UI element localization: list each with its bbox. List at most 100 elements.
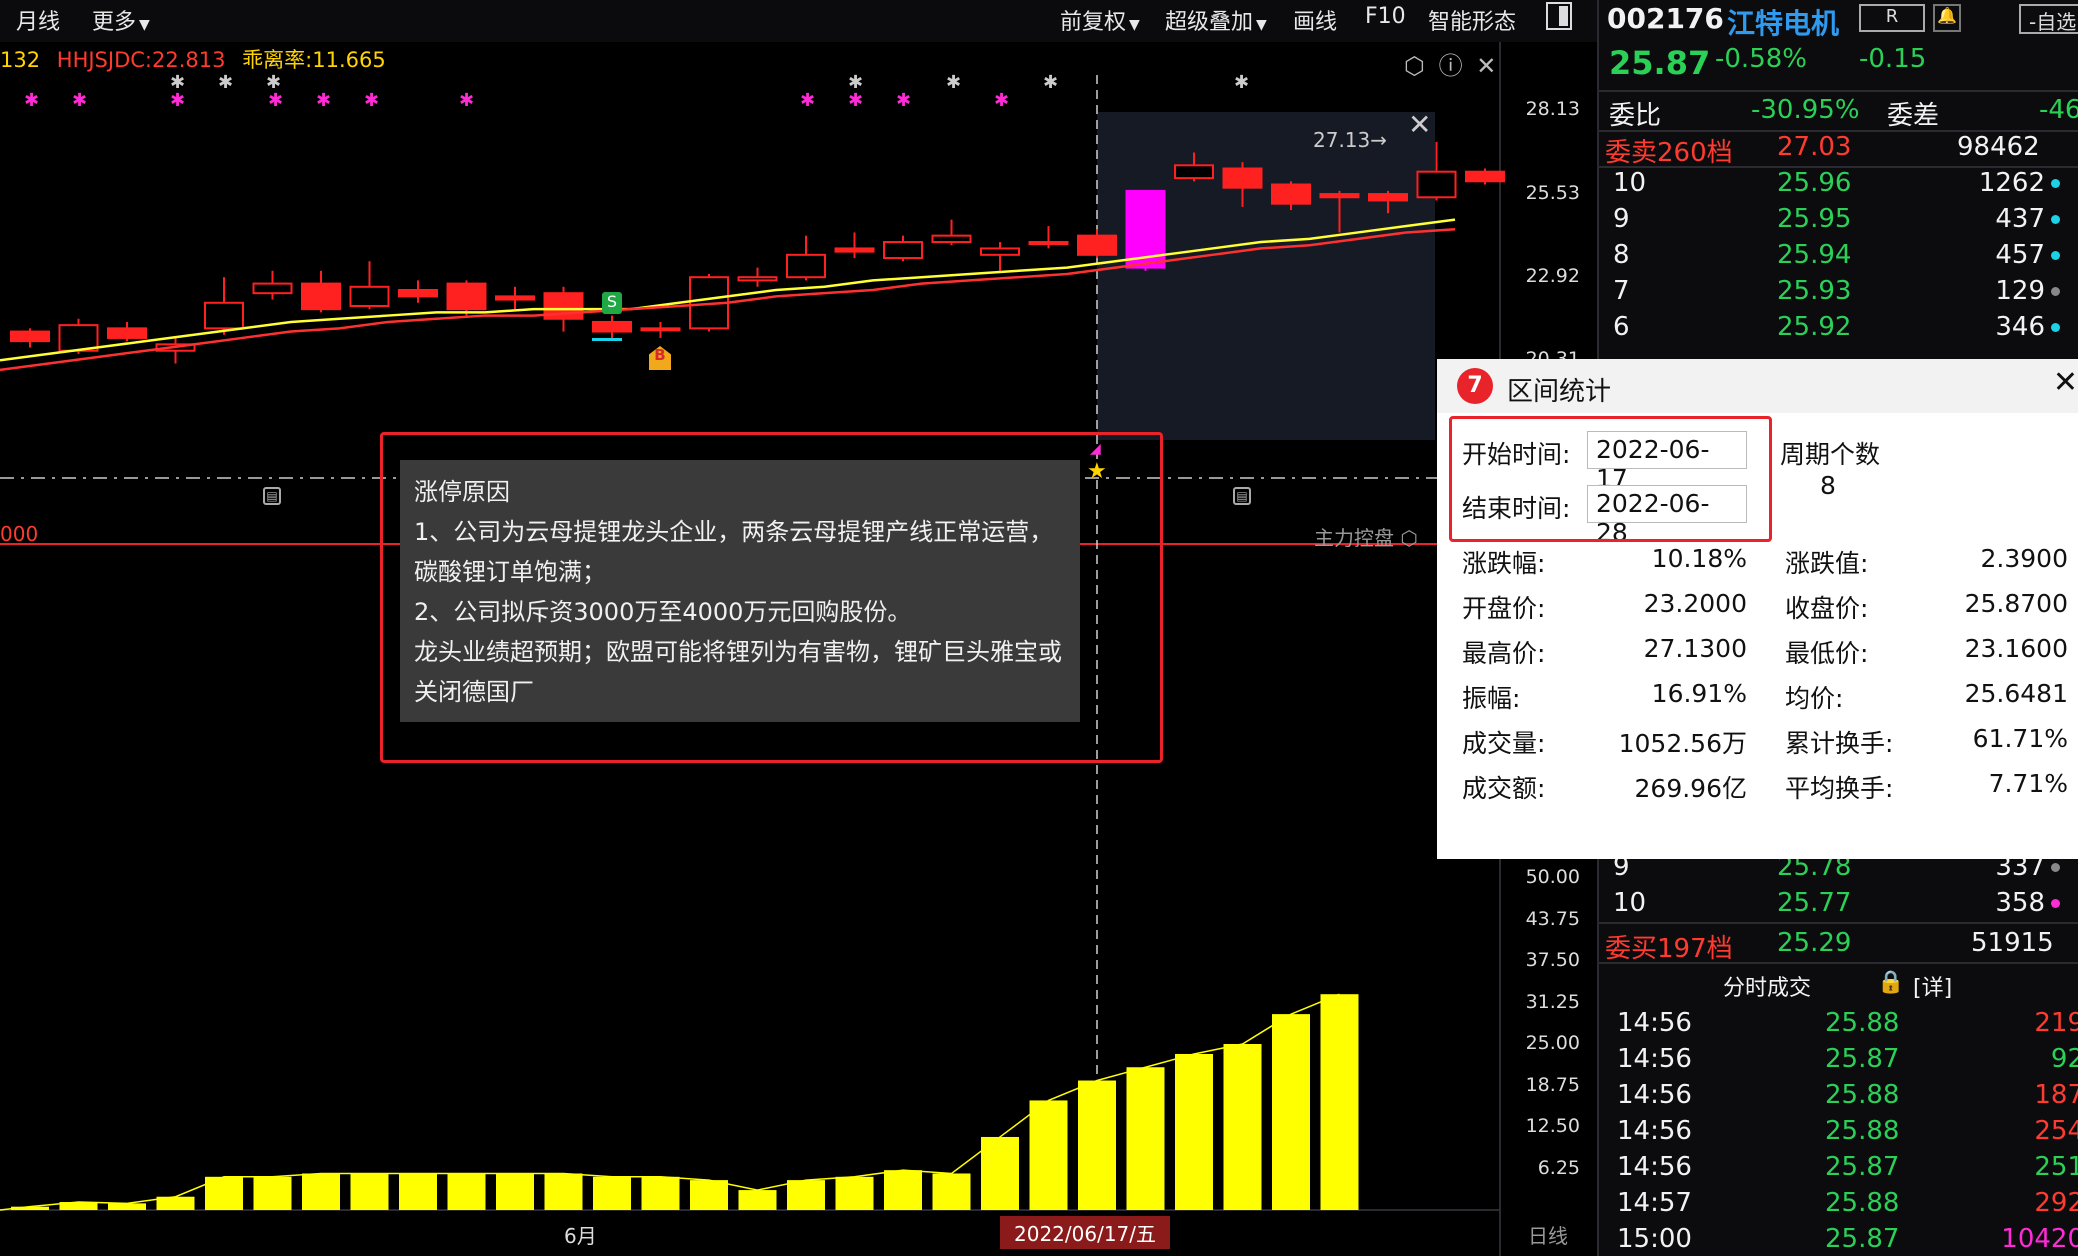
change-percent: -0.58% <box>1715 44 1807 74</box>
lock-icon[interactable]: 🔒 <box>1877 970 1904 995</box>
settings-icon: ⬡ <box>1400 526 1418 550</box>
current-price: 25.87 <box>1609 44 1711 82</box>
turnover-cum-label: 累计换手: <box>1785 729 1894 758</box>
range-high-label: 27.13→ <box>1313 128 1388 152</box>
period-label[interactable]: 日线 <box>1528 1220 1568 1249</box>
price-tick: 28.13 <box>1525 98 1580 120</box>
volume-bar <box>1175 1053 1213 1210</box>
r-badge[interactable]: R <box>1859 4 1925 32</box>
event-icon[interactable]: ▤ <box>263 487 281 505</box>
period-count-label: 周期个数 <box>1780 440 1881 469</box>
tick-volume: 92 <box>2050 1044 2078 1074</box>
candle-body <box>349 285 390 307</box>
volume-bar <box>544 1173 583 1210</box>
signal-dot-icon: ✱ <box>218 72 233 93</box>
volume: 346 <box>1995 312 2060 342</box>
volume-bar <box>1078 1080 1116 1210</box>
signal-dot-icon: ✱ <box>1234 72 1249 93</box>
chg-pct-label: 涨跌幅: <box>1462 549 1546 578</box>
tick-price: 25.87 <box>1825 1044 1900 1074</box>
indicator-dot-icon <box>2051 215 2060 224</box>
amount-value: 269.96亿 <box>1634 774 1747 803</box>
tick-volume: 251 <box>2034 1152 2078 1182</box>
range-close-icon[interactable]: ✕ <box>1408 108 1431 141</box>
main-control-label[interactable]: 主力控盘 ⬡ <box>1314 522 1418 551</box>
dialog-titlebar: 7 区间统计 ✕ <box>1437 359 2078 413</box>
volume-bar <box>884 1170 922 1210</box>
turnover-avg-label: 平均换手: <box>1785 774 1894 803</box>
volume-bar <box>302 1173 340 1210</box>
candle-body <box>1271 183 1311 205</box>
sell-levels-label: 委卖260档 <box>1605 138 1733 168</box>
ticks-detail-link[interactable]: [详] <box>1913 970 1952 1002</box>
volume-bar <box>1320 994 1359 1210</box>
candle-body <box>446 282 487 311</box>
event-icon[interactable]: ▤ <box>1233 487 1251 505</box>
candle-body <box>1222 167 1263 189</box>
self-select-button[interactable]: -自选 <box>2019 4 2078 34</box>
candle-body <box>1028 241 1069 246</box>
range-selection <box>1097 112 1435 440</box>
weibi-label: 委比 <box>1609 101 1662 131</box>
volume-bar <box>835 1176 874 1210</box>
chg-val-label: 涨跌值: <box>1785 549 1869 578</box>
signal-dot-icon: ✱ <box>170 90 185 111</box>
candle-body <box>10 330 50 343</box>
sell-marker <box>592 338 622 341</box>
buy-price: 25.29 <box>1777 928 1852 958</box>
avg-value: 25.6481 <box>1964 679 2068 708</box>
level: 8 <box>1613 240 1630 270</box>
volume-bar <box>1126 1067 1165 1210</box>
volume-tick: 31.25 <box>1525 991 1580 1013</box>
candle-body <box>1174 164 1214 180</box>
volume-bar <box>738 1190 777 1210</box>
tick-price: 25.87 <box>1825 1152 1900 1182</box>
stock-code: 002176 <box>1607 2 1724 35</box>
candle-body <box>1465 170 1505 183</box>
indicator-dot-icon <box>2051 899 2060 908</box>
bell-icon[interactable]: 🔔 <box>1933 4 1961 32</box>
x-axis-month: 6月 <box>564 1224 597 1248</box>
sub-indicator-value: 000 <box>0 522 39 546</box>
amp-value: 16.91% <box>1651 679 1747 708</box>
tick-price: 25.88 <box>1825 1116 1900 1146</box>
tick-volume: 292 <box>2034 1188 2078 1218</box>
cursor-date-label: 2022/06/17/五 <box>1000 1216 1171 1249</box>
high-value: 27.1300 <box>1643 634 1747 663</box>
signal-dot-icon: ✱ <box>72 90 87 111</box>
signal-dot-icon: ✱ <box>1043 72 1058 93</box>
tick-volume: 187 <box>2034 1080 2078 1110</box>
indicator-dot-icon <box>2051 863 2060 872</box>
volume-tick: 43.75 <box>1525 908 1580 930</box>
dialog-title: 区间统计 <box>1507 377 1612 407</box>
volume-bar <box>1029 1100 1068 1210</box>
volume-value: 1052.56万 <box>1618 729 1747 758</box>
level: 10 <box>1613 888 1647 918</box>
volume: 1262 <box>1979 168 2060 198</box>
candle-body <box>1319 193 1360 199</box>
level: 6 <box>1613 312 1630 342</box>
signal-dot-icon: ✱ <box>24 90 39 111</box>
buy-levels-label: 委买197档 <box>1605 934 1733 964</box>
candle-body <box>398 288 438 298</box>
signal-dot-icon: ✱ <box>266 72 281 93</box>
candle-body <box>107 327 147 339</box>
interval-stats-dialog: 7 区间统计 ✕ 开始时间: 2022-06-17 周期个数 8 结束时间: 2… <box>1437 359 2078 859</box>
signal-dot-icon: ✱ <box>364 90 379 111</box>
level: 10 <box>1613 168 1647 198</box>
candle-body <box>1077 234 1117 256</box>
tick-time: 14:56 <box>1617 1152 1692 1182</box>
tick-time: 15:00 <box>1617 1224 1692 1254</box>
close-icon[interactable]: ✕ <box>2053 365 2078 400</box>
signal-dot-icon: ✱ <box>994 90 1009 111</box>
highlight-box <box>380 432 1163 763</box>
amount-label: 成交额: <box>1462 774 1546 803</box>
volume-bar <box>447 1173 486 1210</box>
candle-body <box>495 295 535 301</box>
candle-body <box>980 247 1020 256</box>
price-tick: 25.53 <box>1525 182 1580 204</box>
highlight-box <box>1449 416 1772 542</box>
volume-bar <box>690 1180 728 1210</box>
turnover-cum-value: 61.71% <box>1972 724 2068 753</box>
tick-volume: 254 <box>2034 1116 2078 1146</box>
